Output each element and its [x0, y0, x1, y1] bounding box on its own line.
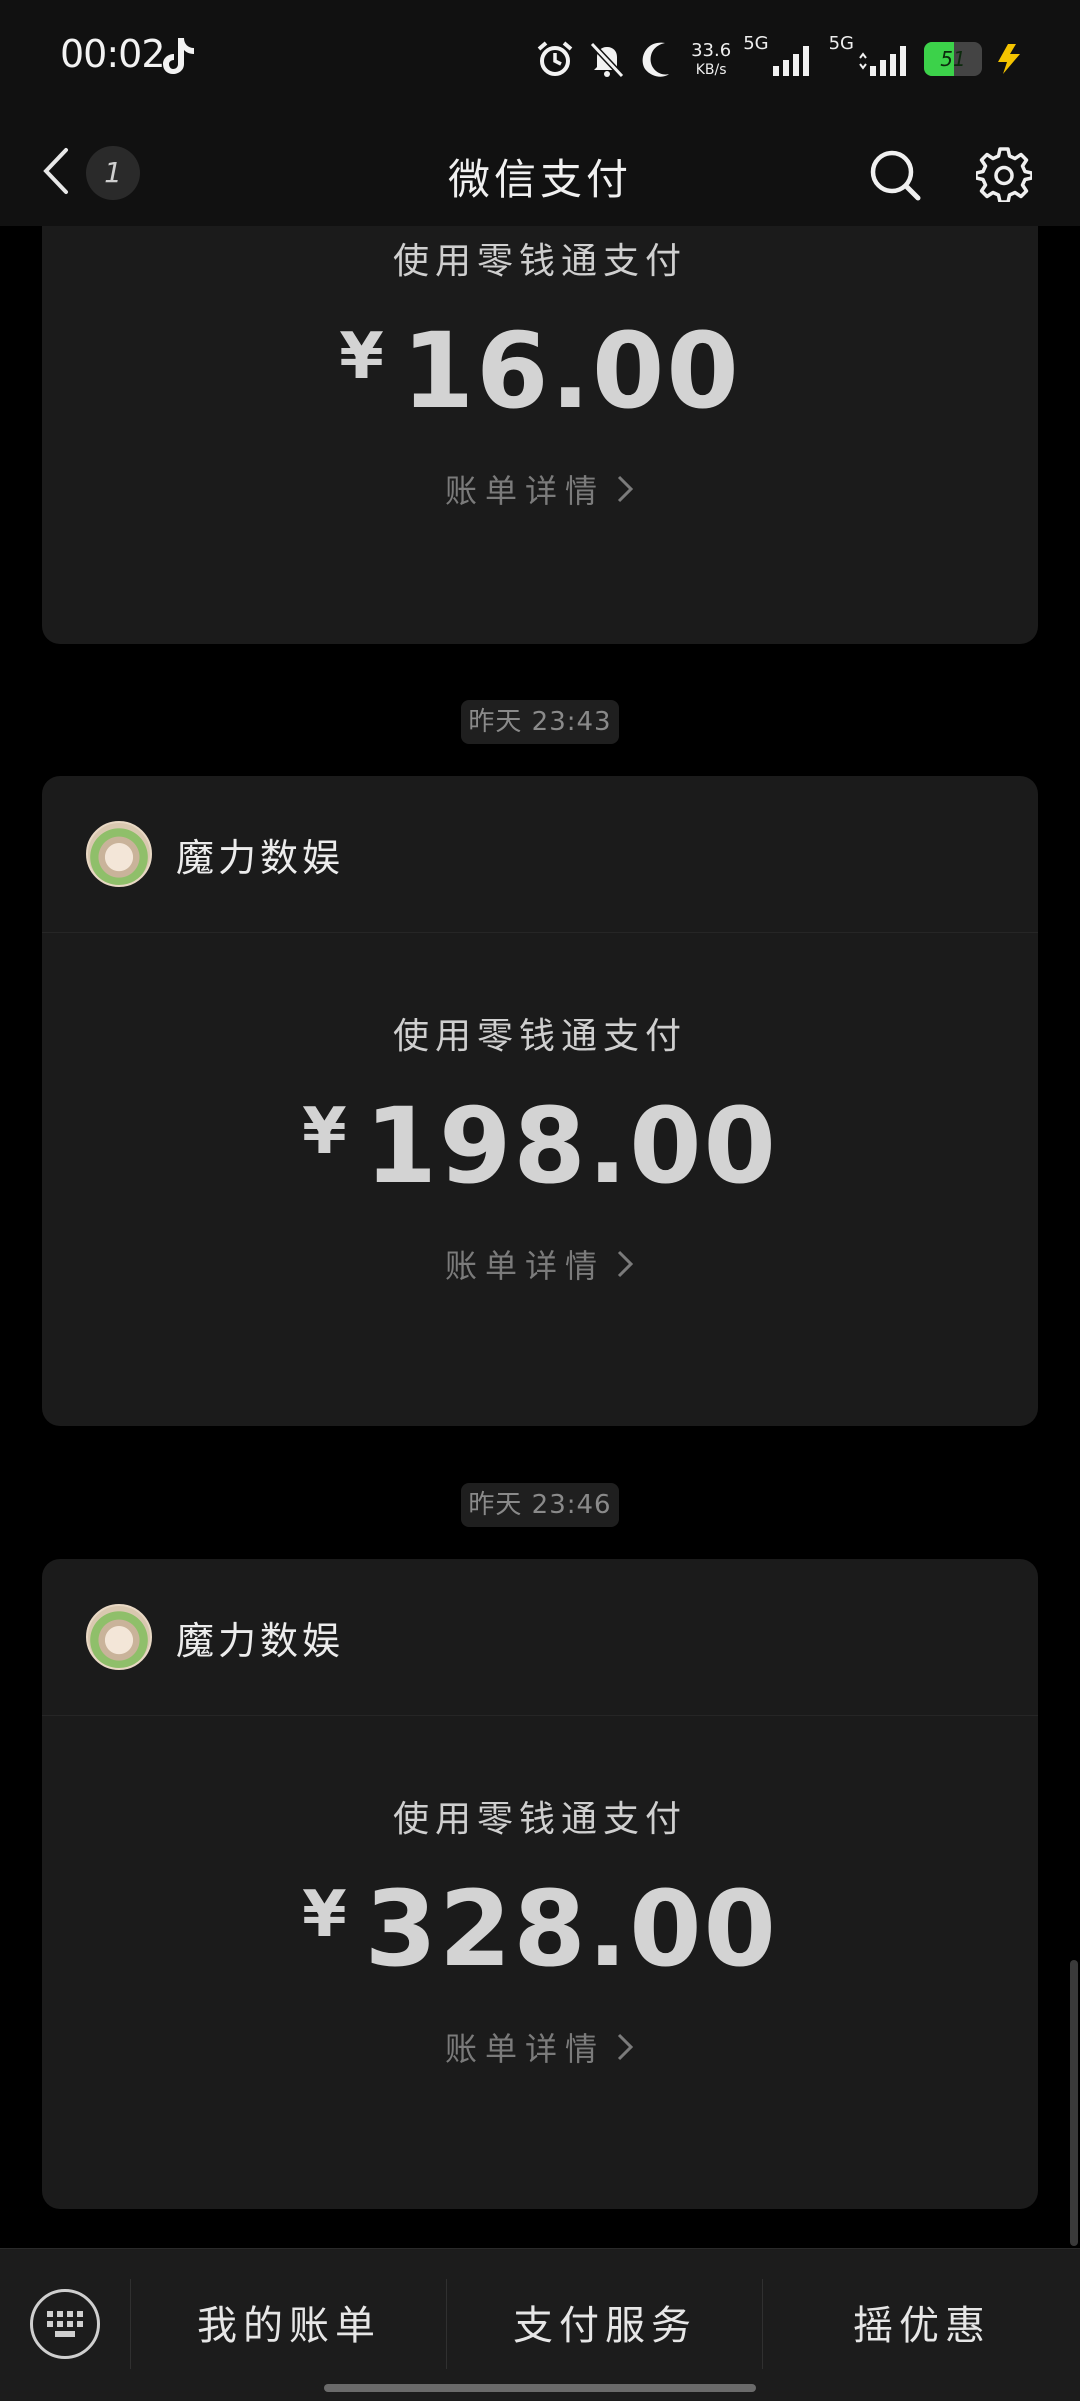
net-speed-unit: KB/s: [695, 61, 727, 78]
merchant-avatar: [86, 821, 152, 887]
divider: [130, 2279, 131, 2369]
chevron-right-icon: [617, 475, 634, 503]
pay-method-label: 使用零钱通支付: [392, 1799, 687, 1840]
payment-amount: ¥ 198.00: [42, 1085, 1038, 1207]
merchant-header[interactable]: 魔力数娱: [42, 776, 1038, 933]
battery-level: 51: [940, 47, 966, 71]
menu-shake-deals[interactable]: 摇优惠: [764, 2293, 1080, 2351]
bill-detail-link[interactable]: 账单详情: [42, 466, 1038, 512]
bill-detail-link[interactable]: 账单详情: [42, 2024, 1038, 2070]
divider: [446, 2279, 447, 2369]
payment-amount: ¥ 16.00: [42, 310, 1038, 432]
battery-icon: 51: [924, 42, 982, 76]
net-speed: 33.6 KB/s: [691, 39, 732, 78]
mute-bell-icon: [587, 39, 627, 79]
status-bar: 00:02 33.6 KB/s 5G 5G 51: [0, 0, 1080, 118]
keyboard-icon: [47, 2311, 83, 2337]
search-icon: [870, 150, 921, 201]
pay-method-label: 使用零钱通支付: [392, 241, 687, 282]
payment-card[interactable]: 魔力数娱 使用零钱通支付 ¥ 198.00 账单详情: [42, 776, 1038, 1426]
bill-detail-label: 账单详情: [444, 2030, 605, 2068]
message-list[interactable]: 使用零钱通支付 ¥ 16.00 账单详情 昨天 23:43 魔力数娱 使用零钱通…: [0, 226, 1080, 2248]
sim2-signal: 5G: [829, 33, 912, 76]
menu-pay-services[interactable]: 支付服务: [448, 2293, 762, 2351]
signal-icon: [772, 46, 809, 76]
gear-icon: [974, 147, 1034, 204]
bottom-menu: 我的账单 支付服务 摇优惠: [0, 2248, 1080, 2401]
payment-card[interactable]: 使用零钱通支付 ¥ 16.00 账单详情: [42, 226, 1038, 644]
timestamp: 昨天 23:46: [461, 1483, 619, 1527]
amount-value: 16.00: [401, 310, 741, 432]
amount-value: 328.00: [364, 1868, 778, 1990]
sim1-signal: 5G: [743, 33, 816, 76]
charging-icon: [994, 42, 1024, 76]
payment-card[interactable]: 魔力数娱 使用零钱通支付 ¥ 328.00 账单详情: [42, 1559, 1038, 2209]
sim1-label: 5G: [743, 33, 769, 54]
keyboard-toggle-button[interactable]: [30, 2289, 100, 2359]
status-time: 00:02: [60, 32, 166, 76]
timestamp: 昨天 23:43: [461, 700, 619, 744]
chevron-right-icon: [617, 2033, 634, 2061]
chevron-right-icon: [617, 1250, 634, 1278]
status-icons: 33.6 KB/s 5G 5G 51: [535, 33, 1024, 84]
pay-method-label: 使用零钱通支付: [392, 1016, 687, 1057]
search-button[interactable]: [868, 148, 922, 202]
settings-button[interactable]: [974, 146, 1034, 204]
net-speed-value: 33.6: [691, 39, 732, 61]
scrollbar[interactable]: [1070, 1960, 1078, 2246]
amount-value: 198.00: [364, 1085, 778, 1207]
currency-symbol: ¥: [339, 320, 384, 394]
merchant-name: 魔力数娱: [176, 835, 345, 880]
chat-header: 1 微信支付: [0, 118, 1080, 226]
menu-my-bills[interactable]: 我的账单: [132, 2293, 446, 2351]
merchant-header[interactable]: 魔力数娱: [42, 1559, 1038, 1716]
sim2-label: 5G: [828, 33, 854, 54]
divider: [762, 2279, 763, 2369]
merchant-avatar: [86, 1604, 152, 1670]
home-indicator[interactable]: [324, 2384, 756, 2392]
currency-symbol: ¥: [302, 1878, 347, 1952]
moon-icon: [639, 39, 679, 79]
alarm-icon: [535, 39, 575, 79]
signal-icon: [859, 46, 906, 76]
currency-symbol: ¥: [302, 1095, 347, 1169]
bill-detail-link[interactable]: 账单详情: [42, 1241, 1038, 1287]
payment-amount: ¥ 328.00: [42, 1868, 1038, 1990]
merchant-name: 魔力数娱: [176, 1618, 345, 1663]
bill-detail-label: 账单详情: [444, 1247, 605, 1285]
tiktok-icon: [160, 36, 196, 80]
bill-detail-label: 账单详情: [444, 472, 605, 510]
